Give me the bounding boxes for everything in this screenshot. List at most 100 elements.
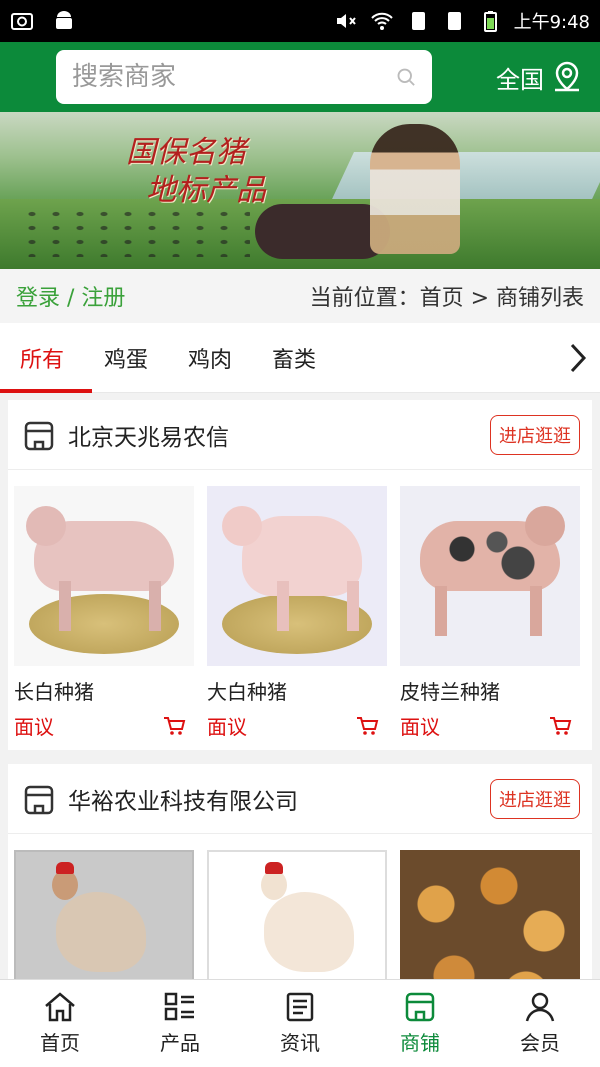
product-price-row: 面议 bbox=[14, 711, 194, 740]
nav-member-label: 会员 bbox=[520, 1031, 560, 1055]
sim2-icon bbox=[447, 12, 461, 30]
product-price: 面议 bbox=[14, 715, 54, 739]
product-card[interactable]: 大白种猪 面议 bbox=[207, 486, 387, 740]
status-bar: 上午9:48 bbox=[0, 0, 600, 42]
pig-leg bbox=[347, 581, 359, 631]
product-price-row: 面议 bbox=[207, 711, 387, 740]
product-image[interactable] bbox=[207, 850, 387, 994]
search-box[interactable] bbox=[56, 50, 432, 104]
location-pin-icon bbox=[555, 61, 579, 92]
nav-stores-label: 商铺 bbox=[400, 1031, 440, 1055]
hen-head bbox=[52, 870, 78, 900]
product-grid bbox=[8, 834, 592, 994]
banner-title-line1: 国保名猪 bbox=[126, 135, 246, 170]
chicks-photo bbox=[400, 850, 580, 994]
cart-icon[interactable] bbox=[548, 715, 572, 737]
store-icon bbox=[24, 785, 54, 814]
mute-icon bbox=[336, 14, 356, 28]
banner-pig-herd bbox=[20, 207, 250, 257]
sim1-icon bbox=[411, 12, 425, 30]
category-tabs: 所有 鸡蛋 鸡肉 畜类 bbox=[0, 323, 600, 393]
android-icon bbox=[56, 11, 72, 29]
visit-store-button[interactable]: 进店逛逛 bbox=[490, 414, 580, 455]
product-card[interactable] bbox=[207, 850, 387, 994]
banner-person bbox=[370, 124, 460, 254]
promo-banner[interactable]: 国保名猪 地标产品 bbox=[0, 112, 600, 269]
tabs-more-button[interactable] bbox=[556, 342, 600, 374]
product-card[interactable]: 长白种猪 面议 bbox=[14, 486, 194, 740]
pig-leg bbox=[435, 586, 447, 636]
store-card: 华裕农业科技有限公司 进店逛逛 bbox=[8, 764, 592, 994]
nav-member[interactable]: 会员 bbox=[480, 980, 600, 1067]
banner-title-line2: 地标产品 bbox=[146, 173, 266, 208]
wifi-icon bbox=[370, 12, 393, 30]
tab-chicken[interactable]: 鸡肉 bbox=[168, 323, 252, 393]
product-image[interactable] bbox=[400, 486, 580, 666]
banner-title: 国保名猪 地标产品 bbox=[126, 134, 266, 210]
product-list-icon bbox=[164, 992, 194, 1021]
tab-livestock[interactable]: 畜类 bbox=[252, 323, 336, 393]
news-icon bbox=[286, 992, 314, 1022]
nav-products-label: 产品 bbox=[160, 1031, 200, 1055]
store-icon bbox=[405, 992, 435, 1022]
nav-news[interactable]: 资讯 bbox=[240, 980, 360, 1067]
hen-body bbox=[56, 892, 146, 972]
cart-icon[interactable] bbox=[162, 715, 186, 737]
pig-leg bbox=[277, 581, 289, 631]
product-card[interactable] bbox=[14, 850, 194, 994]
battery-icon bbox=[483, 11, 497, 32]
product-price: 面议 bbox=[207, 715, 247, 739]
bottom-nav: 首页 产品 资讯 商铺 会员 bbox=[0, 979, 600, 1067]
app-header: 全国 bbox=[0, 42, 600, 112]
visit-store-button[interactable]: 进店逛逛 bbox=[490, 778, 580, 819]
store-icon bbox=[24, 421, 54, 450]
hen-head bbox=[261, 870, 287, 900]
product-card[interactable] bbox=[400, 850, 580, 994]
product-card[interactable]: 皮特兰种猪 面议 bbox=[400, 486, 580, 740]
product-image[interactable] bbox=[207, 486, 387, 666]
search-input[interactable] bbox=[72, 62, 396, 92]
product-price: 面议 bbox=[400, 715, 440, 739]
product-name[interactable]: 长白种猪 bbox=[14, 676, 194, 705]
product-image[interactable] bbox=[400, 850, 580, 994]
product-image[interactable] bbox=[14, 486, 194, 666]
home-icon bbox=[45, 992, 75, 1022]
store-card-header[interactable]: 华裕农业科技有限公司 进店逛逛 bbox=[8, 764, 592, 834]
nav-products[interactable]: 产品 bbox=[120, 980, 240, 1067]
pig-leg bbox=[530, 586, 542, 636]
pig-leg bbox=[149, 581, 161, 631]
hen-comb bbox=[265, 862, 283, 874]
cart-icon[interactable] bbox=[355, 715, 379, 737]
hen-body bbox=[264, 892, 354, 972]
status-time: 上午9:48 bbox=[513, 12, 590, 33]
pig-leg bbox=[59, 581, 71, 631]
pig-head bbox=[525, 506, 565, 546]
screenshot-icon bbox=[11, 13, 33, 30]
store-card-header[interactable]: 北京天兆易农信 进店逛逛 bbox=[8, 400, 592, 470]
nav-home[interactable]: 首页 bbox=[0, 980, 120, 1067]
tab-all[interactable]: 所有 bbox=[0, 323, 93, 393]
region-selector[interactable]: 全国 bbox=[496, 60, 582, 95]
region-label: 全国 bbox=[496, 65, 544, 94]
user-icon bbox=[525, 992, 555, 1022]
hen-comb bbox=[56, 862, 74, 874]
nav-news-label: 资讯 bbox=[280, 1031, 320, 1055]
store-name[interactable]: 北京天兆易农信 bbox=[68, 418, 229, 452]
pig-head bbox=[222, 506, 262, 546]
pig-head bbox=[26, 506, 66, 546]
login-register-link[interactable]: 登录 / 注册 bbox=[16, 280, 125, 312]
nav-home-label: 首页 bbox=[40, 1031, 80, 1055]
nav-stores[interactable]: 商铺 bbox=[360, 980, 480, 1067]
product-image[interactable] bbox=[14, 850, 194, 994]
store-name[interactable]: 华裕农业科技有限公司 bbox=[68, 782, 298, 816]
search-icon[interactable] bbox=[396, 61, 416, 93]
chevron-right-icon bbox=[570, 343, 587, 372]
tab-eggs[interactable]: 鸡蛋 bbox=[84, 323, 168, 393]
store-card: 北京天兆易农信 进店逛逛 长白种猪 面议 大白种猪 面议 皮特兰种猪 面议 bbox=[8, 400, 592, 750]
product-price-row: 面议 bbox=[400, 711, 580, 740]
product-name[interactable]: 皮特兰种猪 bbox=[400, 676, 580, 705]
product-name[interactable]: 大白种猪 bbox=[207, 676, 387, 705]
breadcrumb: 登录 / 注册 当前位置：首页 > 商铺列表 bbox=[0, 269, 600, 323]
breadcrumb-path: 当前位置：首页 > 商铺列表 bbox=[309, 286, 584, 311]
product-grid: 长白种猪 面议 大白种猪 面议 皮特兰种猪 面议 bbox=[8, 470, 592, 740]
